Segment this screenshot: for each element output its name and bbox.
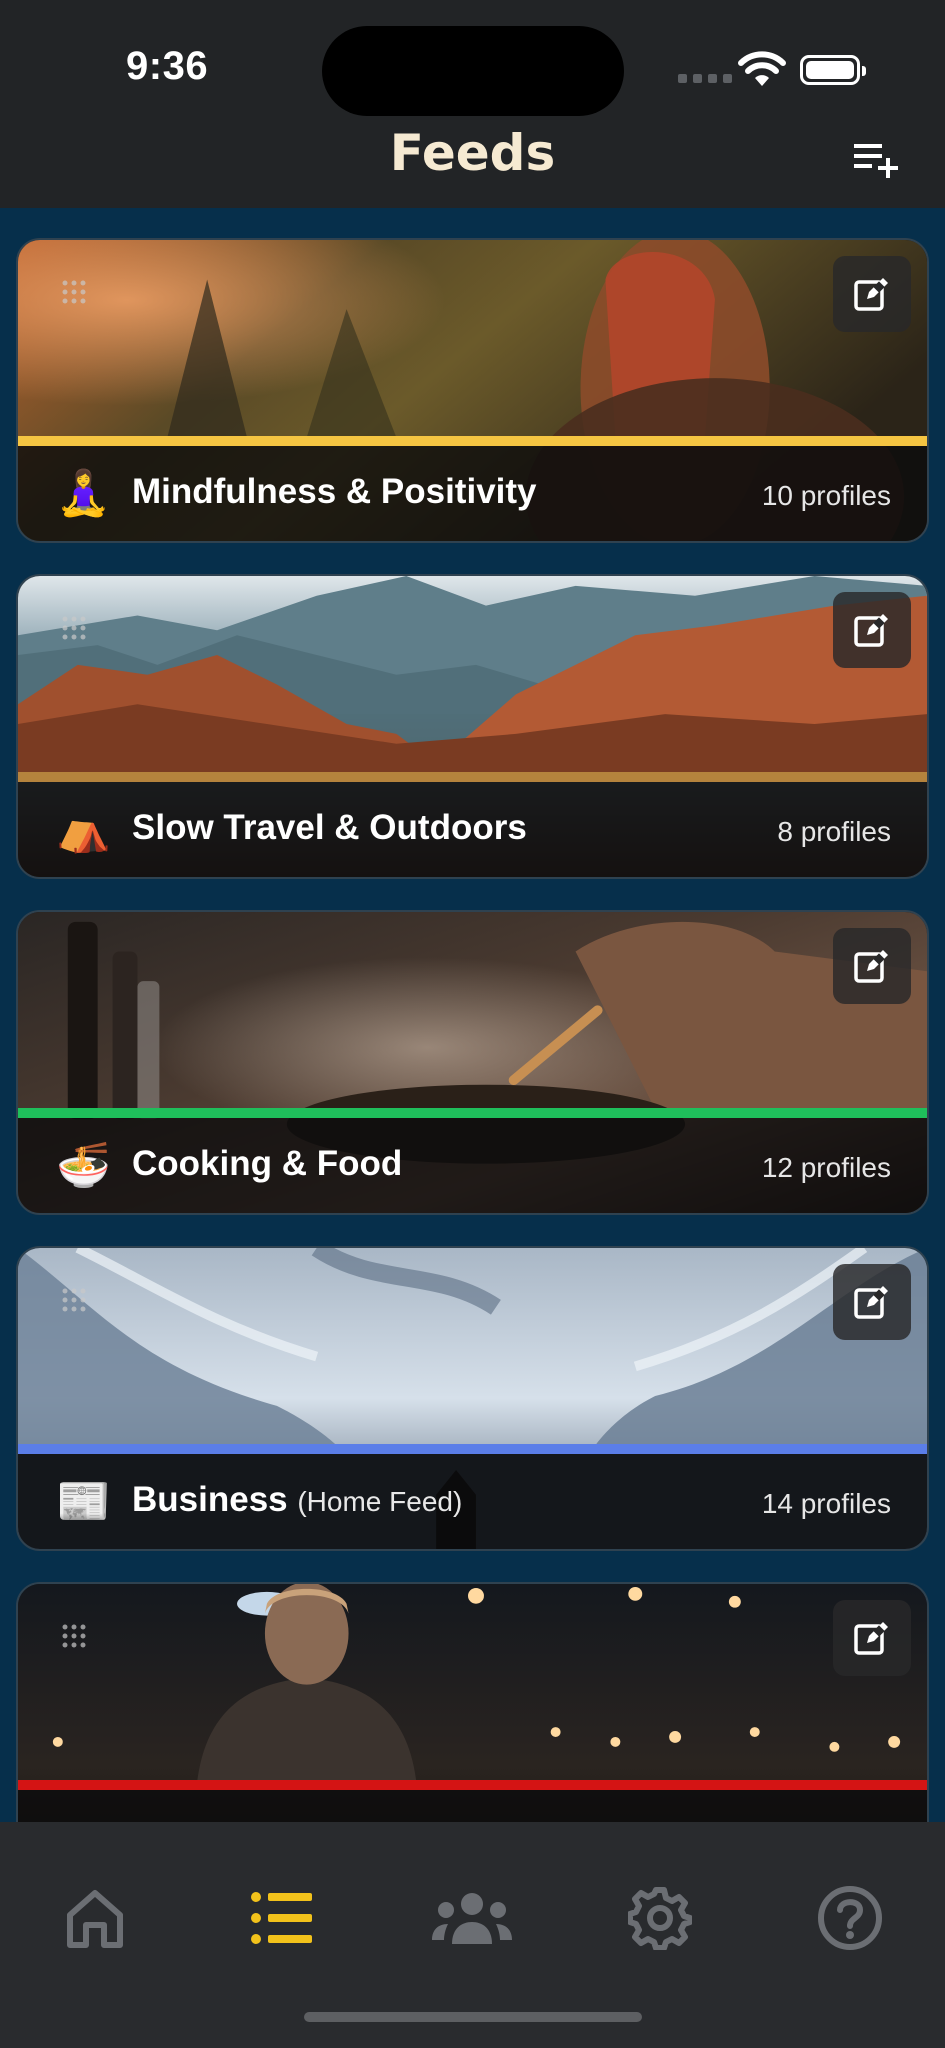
- feed-list: 🧘‍♀️ Mindfulness & Positivity 10 profile…: [0, 208, 945, 1822]
- feed-name: Business (Home Feed): [132, 1480, 463, 1519]
- tab-help[interactable]: [810, 1878, 890, 1958]
- edit-icon: [854, 278, 888, 311]
- drag-handle-icon[interactable]: [60, 1622, 88, 1650]
- feed-name: Mindfulness & Positivity: [132, 472, 537, 511]
- edit-icon: [854, 950, 888, 983]
- edit-icon: [854, 1286, 888, 1319]
- tab-settings[interactable]: [620, 1878, 700, 1958]
- feed-color-bar: [18, 772, 927, 782]
- feed-card-slow-travel[interactable]: ⛺ Slow Travel & Outdoors 8 profiles: [16, 574, 929, 879]
- drag-handle-icon[interactable]: [60, 278, 88, 306]
- feed-emoji-icon: ⛺: [56, 804, 111, 855]
- profile-count: 8 profiles: [777, 816, 891, 847]
- people-icon: [432, 1893, 512, 1944]
- drag-handle-icon[interactable]: [60, 1286, 88, 1314]
- feed-card-public-speaking[interactable]: [16, 1582, 929, 1822]
- feed-card-business[interactable]: 📰 Business (Home Feed) 14 profiles: [16, 1246, 929, 1551]
- feed-emoji-icon: 🧘‍♀️: [56, 468, 111, 519]
- page-title: Feeds: [389, 124, 556, 182]
- edit-feed-button[interactable]: [833, 256, 911, 332]
- cellular-signal-icon: [678, 74, 732, 83]
- feed-card-mindfulness[interactable]: 🧘‍♀️ Mindfulness & Positivity 10 profile…: [16, 238, 929, 543]
- tab-home[interactable]: [55, 1878, 135, 1958]
- feed-card-cooking[interactable]: 🍜 Cooking & Food 12 profiles: [16, 910, 929, 1215]
- feeds-list-icon: [251, 1892, 312, 1944]
- profile-count: 12 profiles: [761, 1152, 891, 1183]
- settings-gear-icon: [628, 1887, 692, 1950]
- battery-icon: [800, 55, 866, 85]
- wifi-icon: [738, 51, 786, 86]
- profile-count: 14 profiles: [761, 1488, 891, 1519]
- edit-feed-button[interactable]: [833, 592, 911, 668]
- feed-name: Slow Travel & Outdoors: [132, 808, 527, 847]
- feed-emoji-icon: 🍜: [56, 1140, 111, 1191]
- status-time: 9:36: [126, 44, 209, 88]
- playlist-add-icon[interactable]: [852, 138, 900, 178]
- profile-count: 10 profiles: [761, 480, 891, 511]
- feed-color-bar: [18, 1780, 927, 1790]
- edit-feed-button[interactable]: [833, 1264, 911, 1340]
- edit-feed-button[interactable]: [833, 928, 911, 1004]
- help-icon: [818, 1886, 882, 1950]
- feed-color-bar: [18, 1444, 927, 1454]
- top-bar: 9:36 Feeds: [0, 0, 945, 208]
- tab-people[interactable]: [432, 1878, 512, 1958]
- dynamic-island: [322, 26, 624, 116]
- tab-feeds[interactable]: [242, 1878, 322, 1958]
- feed-color-bar: [18, 1108, 927, 1118]
- edit-icon: [854, 614, 888, 647]
- home-indicator: [304, 2012, 642, 2022]
- feed-name: Cooking & Food: [132, 1144, 403, 1183]
- home-feed-note: (Home Feed): [297, 1486, 463, 1517]
- drag-handle-icon[interactable]: [60, 614, 88, 642]
- feed-emoji-icon: 📰: [56, 1476, 111, 1527]
- feed-color-bar: [18, 436, 927, 446]
- home-icon: [67, 1890, 123, 1948]
- edit-icon: [854, 1622, 888, 1655]
- edit-feed-button[interactable]: [833, 1600, 911, 1676]
